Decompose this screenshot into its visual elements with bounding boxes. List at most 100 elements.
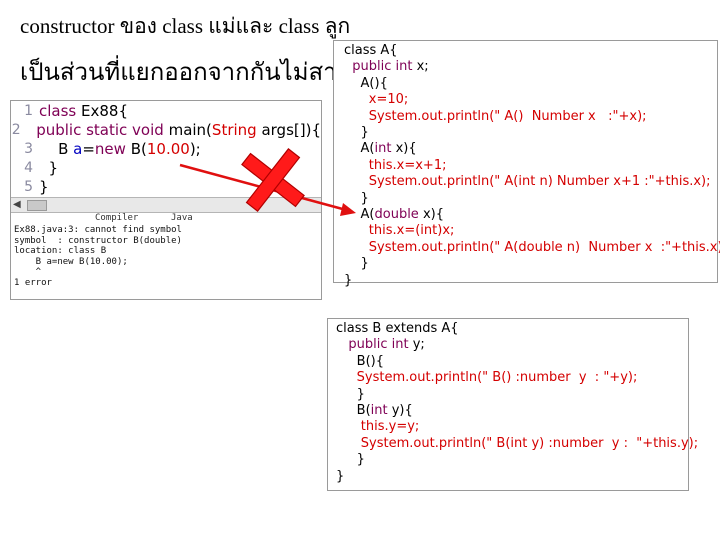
class-a-code-token: x=10; (344, 92, 409, 108)
class-a-code-line: System.out.println(" A() Number x :"+x); (344, 109, 720, 125)
class-a-code-token: System.out.println(" A(double n) Number … (344, 239, 720, 255)
class-b-code-panel: class B extends A{ public int y; B(){ Sy… (327, 318, 698, 491)
scroll-thumb[interactable] (27, 200, 47, 211)
editor-code-token: B( (130, 139, 147, 158)
editor-code-token: class (39, 101, 82, 120)
class-b-code-token: y; (412, 337, 425, 353)
horizontal-scrollbar[interactable]: ◀ (11, 197, 321, 213)
class-b-code-line: B(int y){ (336, 403, 698, 419)
class-b-code-token: B(){ (336, 353, 384, 369)
class-a-code-token: System.out.println(" A(int n) Number x+1… (344, 174, 711, 190)
class-a-code-token: } (344, 125, 369, 141)
class-a-code-token: double (374, 207, 419, 223)
class-a-code-line: this.x=x+1; (344, 158, 720, 174)
class-a-code-line: A(double x){ (344, 207, 720, 223)
class-a-code-token: A( (344, 141, 375, 157)
class-b-code-line: } (336, 469, 698, 485)
editor-code-token: a (73, 139, 83, 158)
class-a-code-token: System.out.println(" A() Number x :"+x); (344, 108, 647, 124)
class-b-code-token: public int (336, 337, 413, 353)
class-a-code-line: x=10; (344, 92, 720, 108)
class-a-code-token: this.x=(int)x; (344, 223, 455, 239)
class-b-code: class B extends A{ public int y; B(){ Sy… (336, 321, 698, 485)
console-line: Ex88.java:3: cannot find symbol (14, 225, 182, 235)
class-a-code-token: this.x=x+1; (344, 157, 447, 173)
slide-title-line-1: constructor ของ class แม่และ class ลูก (20, 14, 351, 38)
editor-line-text: public static void main(String args[]){ (27, 121, 321, 139)
class-b-code-token: B( (336, 403, 371, 419)
line-number: 5 (24, 178, 33, 195)
editor-code-token: String (211, 120, 257, 139)
scroll-left-arrow-icon[interactable]: ◀ (13, 199, 21, 210)
class-b-code-token: this.y=y; (336, 419, 420, 435)
class-a-code-token: class A{ (344, 43, 398, 58)
line-number: 1 (24, 102, 33, 119)
editor-code-token: public static void (26, 120, 169, 139)
class-a-code-line: } (344, 191, 720, 207)
editor-line-text: } (39, 159, 59, 177)
class-a-code-line: } (344, 256, 720, 272)
class-a-code-line: } (344, 273, 720, 289)
tab-compiler[interactable]: Compiler (95, 213, 138, 223)
compiler-output: Ex88.java:3: cannot find symbol symbol : … (11, 225, 321, 299)
editor-line-text: B a=new B(10.00); (39, 140, 201, 158)
tab-java[interactable]: Java (171, 213, 193, 223)
class-b-code-line: } (336, 387, 698, 403)
class-a-code-line: public int x; (344, 59, 720, 75)
class-a-code-token: A( (344, 207, 375, 223)
line-number: 4 (24, 159, 33, 176)
line-number: 3 (24, 140, 33, 157)
class-b-code-token: y){ (387, 403, 413, 419)
editor-code-token: args[]){ (256, 120, 321, 139)
ide-editor-window: 1 class Ex88{2 public static void main(St… (10, 100, 322, 300)
editor-line[interactable]: 5} (11, 177, 321, 196)
class-b-code-token: } (336, 468, 345, 484)
line-number: 2 (11, 121, 21, 138)
class-a-code-token: x){ (391, 141, 417, 157)
class-b-code-token: int (370, 403, 388, 419)
class-b-code-line: } (336, 452, 698, 468)
class-a-code-token: } (344, 272, 353, 288)
class-a-code-token: int (374, 141, 392, 157)
class-a-code-token: } (344, 256, 369, 272)
editor-line-text: } (39, 178, 49, 196)
editor-code-token: } (39, 177, 49, 196)
editor-line[interactable]: 1 class Ex88{ (11, 101, 321, 120)
class-b-code-line: System.out.println(" B(int y) :number y … (336, 436, 698, 452)
class-a-code-token: x; (416, 59, 429, 75)
editor-code-token: 10.00 (146, 139, 190, 158)
console-line: 1 error (14, 277, 52, 288)
class-a-code-line: } (344, 125, 720, 141)
class-b-code-token: System.out.println(" B(int y) :number y … (336, 435, 699, 451)
class-a-code-token: public int (344, 59, 417, 75)
console-line: ^ (14, 267, 42, 278)
class-a-code-token: x){ (418, 207, 444, 223)
class-b-code-line: this.y=y; (336, 419, 698, 435)
class-a-code-token: A(){ (344, 75, 388, 91)
class-a-code-token: } (344, 190, 369, 206)
editor-code-token: new (94, 139, 131, 158)
class-b-code-token: System.out.println(" B() :number y : "+y… (336, 370, 638, 386)
class-b-code-token: } (336, 386, 365, 402)
editor-line[interactable]: 2 public static void main(String args[])… (11, 120, 321, 139)
console-line: symbol : constructor B(double) (14, 235, 182, 246)
class-b-code-line: public int y; (336, 337, 698, 353)
class-a-code-line: this.x=(int)x; (344, 223, 720, 239)
editor-line[interactable]: 3 B a=new B(10.00); (11, 139, 321, 158)
class-a-code-panel: class A{ public int x; A(){ x=10; System… (333, 40, 720, 288)
class-b-code-line: B(){ (336, 354, 698, 370)
editor-code-token: B (39, 139, 74, 158)
console-tabs: Compiler Java (11, 212, 321, 225)
editor-line[interactable]: 4 } (11, 158, 321, 177)
editor-code-token: main( (168, 120, 212, 139)
class-b-code-token: class B extends A{ (336, 321, 459, 336)
editor-code-token: Ex88{ (81, 101, 129, 120)
class-b-code-line: System.out.println(" B() :number y : "+y… (336, 370, 698, 386)
class-a-code: class A{ public int x; A(){ x=10; System… (344, 43, 720, 289)
editor-code-token: ); (189, 139, 201, 158)
class-a-code-line: System.out.println(" A(double n) Number … (344, 240, 720, 256)
editor-code-area[interactable]: 1 class Ex88{2 public static void main(St… (11, 101, 321, 197)
console-line: B a=new B(10.00); (14, 256, 128, 267)
editor-line-text: class Ex88{ (39, 102, 128, 120)
class-b-code-token: } (336, 452, 365, 468)
